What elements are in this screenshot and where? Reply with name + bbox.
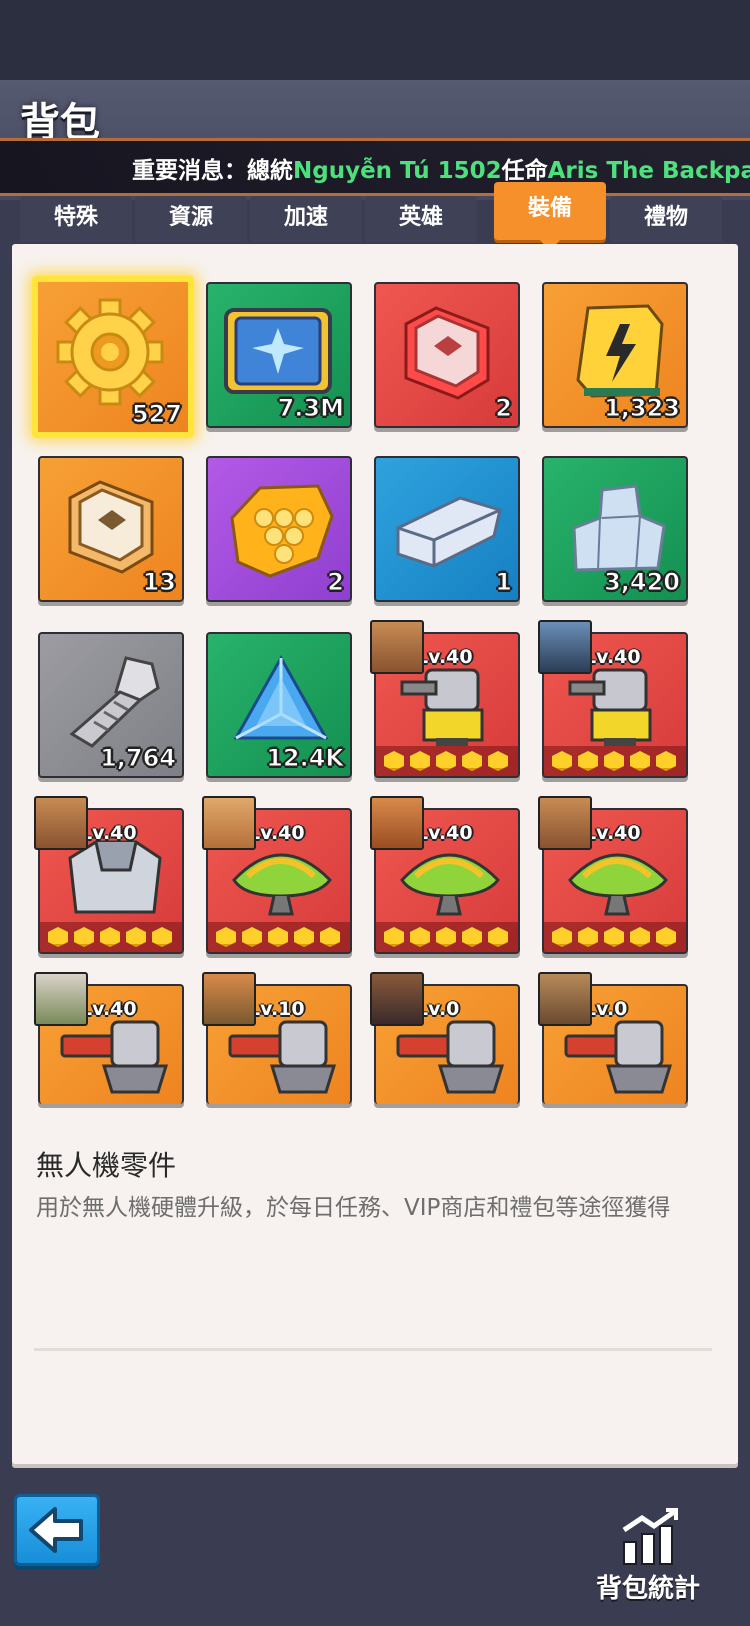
star-rating	[544, 922, 686, 952]
hero-avatar	[34, 972, 88, 1026]
item-quantity: 1,323	[604, 394, 681, 423]
item-ore[interactable]: 3,420	[542, 456, 688, 602]
item-battery[interactable]: 1,323	[542, 282, 688, 428]
equipment-level: Lv.10	[248, 998, 305, 1020]
star-rating	[544, 746, 686, 776]
back-button[interactable]	[14, 1494, 100, 1566]
ticker-mid: 任命	[501, 158, 548, 184]
equipment-level: Lv.40	[584, 822, 641, 844]
item-quantity: 12.4K	[266, 744, 345, 773]
item-quantity: 527	[131, 400, 182, 429]
item-bolt[interactable]: 1,764	[38, 632, 184, 778]
item-detail-title: 無人機零件	[36, 1149, 177, 1182]
star-rating	[208, 922, 350, 952]
item-quantity: 1,764	[100, 744, 177, 773]
hero-avatar	[370, 972, 424, 1026]
ticker-name-1: Nguyễn Tú 1502	[293, 158, 502, 184]
status-bar-area	[0, 0, 750, 82]
arrow-left-icon	[29, 1507, 83, 1553]
tab-resources[interactable]: 資源	[135, 196, 247, 242]
hero-avatar	[538, 620, 592, 674]
item-orange-chip[interactable]: 13	[38, 456, 184, 602]
item-red-chip[interactable]: 2	[374, 282, 520, 428]
inventory-panel: 527 7.3M 2 1,323 13 2 1 3,420 1,764 12.4…	[12, 244, 738, 1464]
tab-special[interactable]: 特殊	[20, 196, 132, 242]
item-quantity: 2	[495, 394, 513, 423]
item-quantity: 7.3M	[277, 394, 344, 423]
hero-avatar	[34, 796, 88, 850]
tab-speedup[interactable]: 加速	[250, 196, 362, 242]
equipment-level: Lv.40	[584, 646, 641, 668]
item-crystal[interactable]: 12.4K	[206, 632, 352, 778]
star-rating	[40, 922, 182, 952]
item-honeycomb[interactable]: 2	[206, 456, 352, 602]
tab-equipment[interactable]: 裝備	[494, 182, 606, 252]
item-ingot[interactable]: 1	[374, 456, 520, 602]
item-quantity: 2	[327, 568, 345, 597]
ticker-prefix: 重要消息：總統	[132, 158, 293, 184]
equipment-level: Lv.40	[80, 822, 137, 844]
ticker-name-2: Aris The Backpake	[547, 158, 750, 184]
item-quantity: 13	[142, 568, 176, 597]
item-quantity: 3,420	[604, 568, 681, 597]
equipment-level: Lv.40	[416, 646, 473, 668]
item-quantity: 1	[495, 568, 513, 597]
tab-gifts[interactable]: 禮物	[610, 196, 722, 242]
star-rating	[376, 922, 518, 952]
hero-avatar	[538, 796, 592, 850]
backpack-stats-icon[interactable]	[618, 1508, 682, 1570]
equipment-level: Lv.40	[416, 822, 473, 844]
item-detail-description: 用於無人機硬體升級，於每日任務、VIP商店和禮包等途徑獲得	[36, 1195, 671, 1221]
equipment-level: Lv.40	[248, 822, 305, 844]
star-rating	[376, 746, 518, 776]
news-ticker: 重要消息：總統Nguyễn Tú 1502任命Aris The Backpake	[0, 138, 750, 196]
hero-avatar	[370, 796, 424, 850]
backpack-stats-label[interactable]: 背包統計	[596, 1568, 700, 1605]
item-gear[interactable]: 527	[32, 276, 194, 438]
equipment-level: Lv.40	[80, 998, 137, 1020]
item-drone-blueprint[interactable]: 7.3M	[206, 282, 352, 428]
tab-heroes[interactable]: 英雄	[365, 196, 477, 242]
hero-avatar	[370, 620, 424, 674]
hero-avatar	[202, 796, 256, 850]
hero-avatar	[202, 972, 256, 1026]
divider	[34, 1348, 712, 1351]
category-tabs: 特殊 資源 加速 英雄 裝備 禮物	[20, 182, 740, 252]
hero-avatar	[538, 972, 592, 1026]
